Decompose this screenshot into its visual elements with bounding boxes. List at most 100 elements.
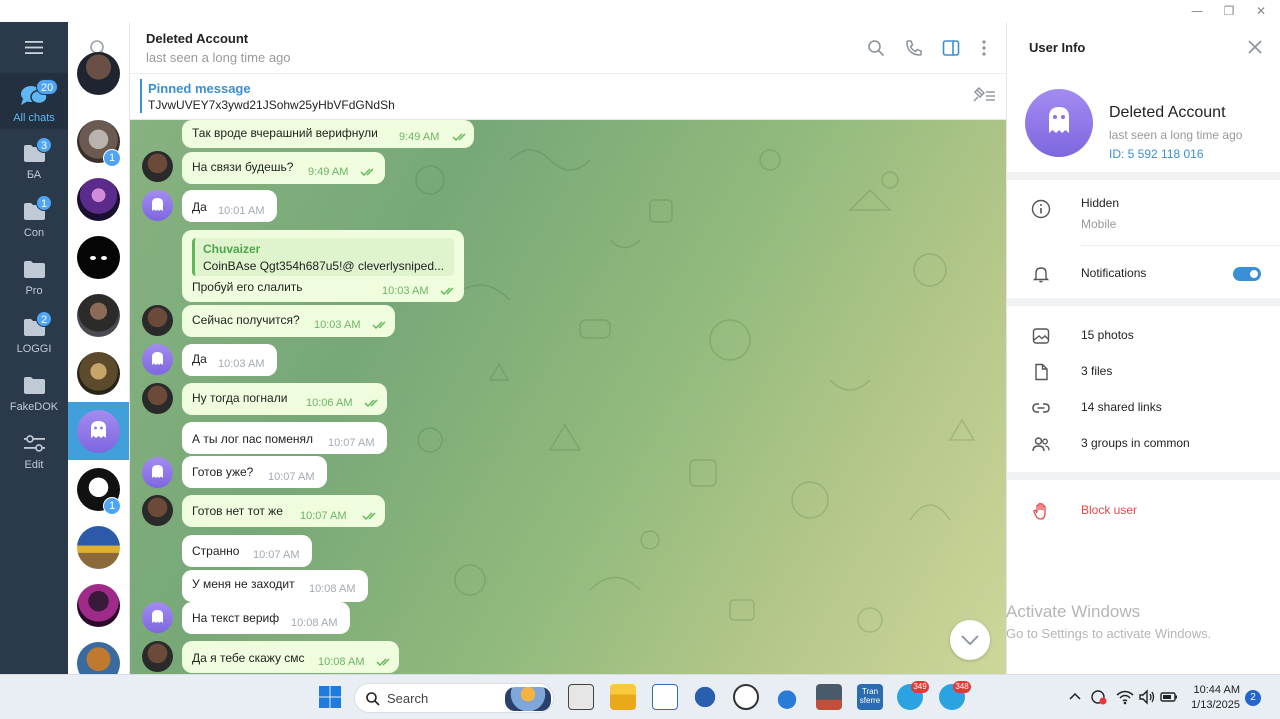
wifi-icon[interactable] [1116,689,1134,705]
message-outgoing-reply[interactable]: Chuvaizer CoinBAse Qgt354h687u5!@ clever… [182,230,464,302]
pinned-title: Pinned message [148,81,251,96]
message-outgoing[interactable]: Сейчас получится? 10:03 AM [182,305,395,337]
message-outgoing[interactable]: Так вроде вчерашний верифнули 9:49 AM [182,120,474,148]
more-icon[interactable] [974,38,994,58]
taskbar-search[interactable]: Search [354,683,554,713]
reply-quote[interactable]: Chuvaizer CoinBAse Qgt354h687u5!@ clever… [192,238,454,276]
app-bug-icon[interactable] [692,684,718,710]
profile-avatar[interactable] [1025,89,1093,157]
avatar[interactable] [142,641,173,672]
file-explorer-icon[interactable] [610,684,636,710]
photos-app-icon[interactable] [816,684,842,710]
avatar[interactable] [142,190,173,221]
avatar[interactable] [142,344,173,375]
chat-list-item[interactable] [68,286,129,344]
clock-date: 1/13/2025 [1191,699,1240,711]
chevron-up-icon[interactable] [1068,690,1082,704]
chat-list-item-deleted-account[interactable] [68,402,129,460]
cloud-sync-icon[interactable] [774,684,800,710]
avatar [77,352,120,395]
message-incoming[interactable]: А ты лог пас поменял 10:07 AM [182,422,387,454]
profile-id[interactable]: ID: 5 592 118 016 [1109,147,1204,161]
message-incoming[interactable]: Готов уже? 10:07 AM [182,456,327,488]
message-outgoing[interactable]: Да я тебе скажу смс 10:08 AM [182,641,399,673]
folder-con[interactable]: 1 Con [0,195,68,251]
message-incoming[interactable]: Странно 10:07 AM [182,535,312,567]
restore-button[interactable]: ❐ [1214,2,1244,20]
avatar[interactable] [142,305,173,336]
message-time: 10:07 AM [300,510,347,522]
task-view-icon[interactable] [568,684,594,710]
chat-title: Deleted Account [146,31,249,46]
telegram-badge: 348 [953,681,971,693]
telegram-icon-2[interactable]: 348 [939,681,971,710]
avatar[interactable] [142,457,173,488]
folder-all-chats[interactable]: 20 All chats [0,73,68,129]
folder-ba[interactable]: 3 БА [0,137,68,193]
scroll-down-button[interactable] [950,620,990,660]
chat-list-item[interactable] [68,518,129,576]
search-icon[interactable] [866,38,886,58]
minimize-button[interactable]: — [1182,2,1212,20]
chat-list-item[interactable] [68,344,129,402]
telegram-icon[interactable]: 349 [897,681,929,710]
message-time: 9:49 AM [308,166,349,178]
close-icon[interactable] [1247,39,1263,55]
folder-label: All chats [13,112,55,124]
chat-list-item[interactable] [68,634,129,674]
phone-icon[interactable] [904,38,924,58]
clock-time: 10:44 AM [1193,684,1240,696]
system-clock[interactable]: 10:44 AM 1/13/2025 [1186,683,1240,713]
windows-start-icon[interactable] [317,684,343,710]
notification-count-badge[interactable]: 2 [1245,690,1261,706]
folder-edit[interactable]: Edit [0,427,68,483]
messages-area[interactable]: Так вроде вчерашний верифнули 9:49 AM На… [130,120,1006,674]
chat-list-item[interactable]: 1 [68,460,129,518]
message-time: 10:03 AM [218,358,265,370]
close-window-button[interactable]: ✕ [1246,2,1276,20]
message-outgoing[interactable]: Готов нет тот же 10:07 AM [182,495,385,527]
transferred-app-icon[interactable]: Tran sferre [857,684,883,710]
chat-list-item[interactable] [68,170,129,228]
files-row[interactable]: 3 files [1007,354,1280,390]
chat-list-item[interactable] [68,228,129,286]
avatar[interactable] [142,383,173,414]
message-outgoing[interactable]: Ну тогда погнали 10:06 AM [182,383,387,415]
battery-icon[interactable] [1160,689,1178,705]
avatar[interactable] [142,495,173,526]
sync-alert-icon[interactable] [1090,688,1108,706]
pinned-text: TJvwUVEY7x3ywd21JSohw25yHbVFdGNdSh [148,98,395,112]
sidebar-toggle-icon[interactable] [941,38,961,58]
message-outgoing[interactable]: На связи будешь? 9:49 AM [182,152,385,184]
message-text: А ты лог пас поменял [192,432,314,446]
photos-row[interactable]: 15 photos [1007,318,1280,354]
message-time: 10:03 AM [382,285,429,297]
message-incoming[interactable]: У меня не заходит 10:08 AM [182,570,368,602]
chat-list-item[interactable] [68,576,129,634]
chat-list-item[interactable]: 1 [68,112,129,170]
links-row[interactable]: 14 shared links [1007,390,1280,426]
avatar[interactable] [142,151,173,182]
chat-list-item[interactable] [68,52,129,116]
ghost-icon [1049,107,1069,133]
message-incoming[interactable]: Да 10:03 AM [182,344,277,376]
chat-header[interactable]: Deleted Account last seen a long time ag… [130,22,1006,74]
pinned-message[interactable]: Pinned message TJvwUVEY7x3ywd21JSohw25yH… [130,74,1006,120]
groups-row[interactable]: 3 groups in common [1007,426,1280,462]
avatar[interactable] [142,602,173,633]
notepad-icon[interactable] [652,684,678,710]
notifications-toggle[interactable] [1233,267,1261,281]
vpn-lock-icon[interactable] [733,684,759,710]
main-menu-button[interactable] [0,22,68,72]
folder-pro[interactable]: Pro [0,253,68,309]
message-incoming[interactable]: На текст вериф 10:08 AM [182,602,350,634]
double-check-icon [440,287,454,295]
message-incoming[interactable]: Да 10:01 AM [182,190,277,222]
folder-fakedok[interactable]: FakeDOK [0,369,68,425]
volume-icon[interactable] [1138,689,1156,705]
message-text: Сейчас получится? [192,313,300,327]
phone-row[interactable]: Hidden [1007,191,1280,227]
folder-loggi[interactable]: 2 LOGGI [0,311,68,367]
block-user-button[interactable]: Block user [1007,493,1280,529]
pin-list-icon[interactable] [970,86,996,106]
